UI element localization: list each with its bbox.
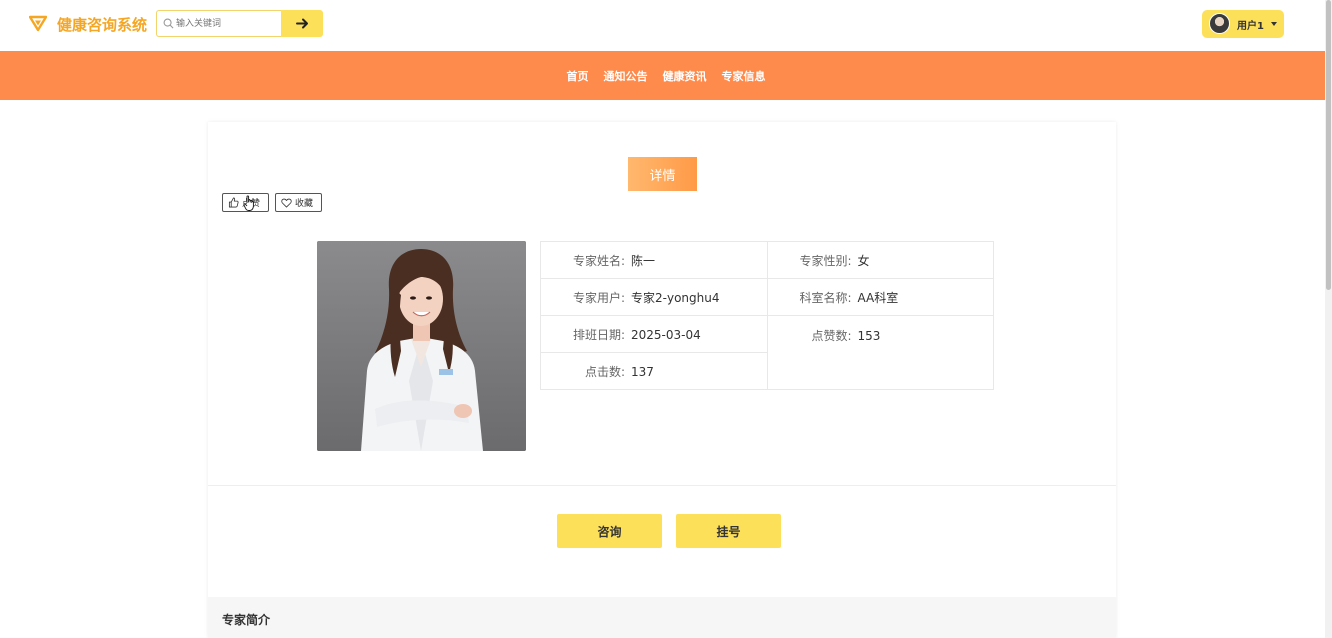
expert-detail-card: 详情 点赞 收藏	[208, 122, 1116, 638]
table-row: 专家姓名: 陈一 专家性别: 女	[540, 241, 994, 279]
expert-name-label: 专家姓名:	[572, 253, 625, 268]
nav-item-home[interactable]: 首页	[567, 68, 589, 84]
favorite-button[interactable]: 收藏	[275, 193, 322, 212]
main-nav: 首页 通知公告 健康资讯 专家信息	[0, 51, 1332, 100]
click-count-label: 点击数:	[584, 364, 625, 379]
divider	[208, 485, 1116, 486]
search-input[interactable]	[176, 15, 276, 33]
table-row: 排班日期: 2025-03-04 点赞数: 153	[540, 315, 994, 390]
table-cell: 科室名称: AA科室	[766, 278, 994, 316]
chevron-down-icon	[1271, 22, 1277, 26]
dept-name-label: 科室名称:	[799, 290, 852, 305]
search-box	[156, 10, 281, 37]
table-cell: 点击数: 137	[540, 352, 768, 390]
thumbs-up-icon	[228, 197, 239, 208]
like-count-value: 153	[857, 329, 881, 343]
expert-name-value: 陈一	[631, 253, 656, 268]
like-count-label: 点赞数:	[811, 329, 852, 343]
page-scrollbar[interactable]	[1325, 0, 1332, 638]
avatar	[1209, 13, 1230, 34]
dept-name-value: AA科室	[857, 290, 899, 305]
expert-gender-value: 女	[857, 253, 870, 268]
expert-info-table: 专家姓名: 陈一 专家性别: 女 专家用户: 专家2-yonghu4 科室名称: AA科…	[540, 241, 994, 390]
consult-button[interactable]: 咨询	[557, 514, 662, 548]
table-cell: 点赞数: 153	[766, 315, 994, 390]
scrollbar-thumb[interactable]	[1326, 0, 1331, 290]
table-cell: 专家用户: 专家2-yonghu4	[540, 278, 768, 316]
expert-gender-label: 专家性别:	[799, 253, 852, 268]
nav-item-notices[interactable]: 通知公告	[604, 68, 648, 84]
expert-user-value: 专家2-yonghu4	[631, 290, 720, 305]
logo-icon	[29, 15, 47, 32]
favorite-label: 收藏	[295, 199, 314, 209]
tab-detail[interactable]: 详情	[628, 157, 697, 191]
arrow-right-icon	[295, 18, 308, 29]
table-cell: 专家性别: 女	[766, 241, 994, 279]
schedule-date-label: 排班日期:	[572, 327, 625, 342]
register-button[interactable]: 挂号	[676, 514, 781, 548]
click-count-value: 137	[631, 364, 654, 379]
expert-intro-section: 专家简介	[208, 597, 1116, 638]
expert-user-label: 专家用户:	[572, 290, 625, 305]
expert-photo	[317, 241, 526, 451]
search-icon	[163, 18, 174, 29]
table-cell: 排班日期: 2025-03-04	[540, 315, 768, 353]
site-title[interactable]: 健康咨询系统	[57, 14, 147, 35]
section-title: 专家简介	[222, 613, 271, 627]
doctor-portrait-image	[317, 241, 526, 451]
table-cell: 专家姓名: 陈一	[540, 241, 768, 279]
table-row: 专家用户: 专家2-yonghu4 科室名称: AA科室	[540, 278, 994, 316]
schedule-date-value: 2025-03-04	[631, 327, 701, 342]
nav-item-health-news[interactable]: 健康资讯	[663, 68, 707, 84]
hand-cursor-icon	[243, 195, 254, 211]
user-menu-button[interactable]: 用户1	[1202, 10, 1284, 38]
top-header: 健康咨询系统 用户1	[0, 0, 1332, 51]
search-button[interactable]	[281, 10, 323, 37]
nav-item-experts[interactable]: 专家信息	[722, 68, 766, 84]
heart-icon	[281, 198, 292, 207]
user-name: 用户1	[1237, 21, 1264, 32]
